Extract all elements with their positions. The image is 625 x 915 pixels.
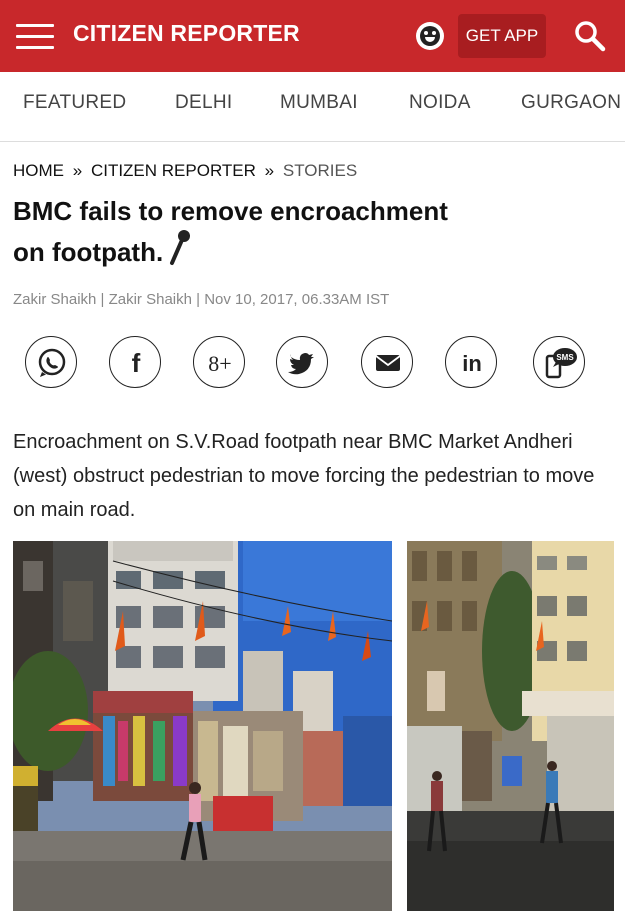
article-byline: Zakir Shaikh | Zakir Shaikh | Nov 10, 20… [13, 291, 390, 308]
facebook-icon[interactable]: f [109, 336, 161, 388]
article-title: BMC fails to remove encroachment on foot… [13, 196, 448, 267]
article-summary: Encroachment on S.V.Road footpath near B… [13, 431, 595, 521]
search-icon[interactable] [572, 18, 608, 54]
article-photo-footpath[interactable] [407, 541, 614, 911]
tab-gurgaon[interactable]: GURGAON [521, 92, 621, 114]
tab-featured[interactable]: FEATURED [23, 92, 126, 114]
breadcrumb-current[interactable]: STORIES [283, 161, 357, 180]
email-icon[interactable] [361, 336, 413, 388]
breadcrumb: HOME » CITIZEN REPORTER » STORIES [13, 161, 357, 181]
sms-icon[interactable]: SMS [533, 336, 585, 388]
google-plus-letter: 8+ [208, 351, 231, 376]
tab-noida[interactable]: NOIDA [409, 92, 471, 114]
facebook-letter: f [132, 348, 141, 378]
get-app-button[interactable]: GET APP [458, 14, 546, 58]
hamburger-menu-icon[interactable] [16, 24, 54, 50]
breadcrumb-separator: » [72, 161, 83, 180]
brand-title[interactable]: CITIZEN REPORTER [73, 20, 300, 47]
google-plus-icon[interactable]: 8+ [193, 336, 245, 388]
breadcrumb-home[interactable]: HOME [13, 161, 64, 180]
microphone-icon [169, 229, 191, 276]
tab-mumbai[interactable]: MUMBAI [280, 92, 358, 114]
breadcrumb-separator: » [264, 161, 275, 180]
sms-label: SMS [556, 353, 574, 362]
article-title-block: BMC fails to remove encroachment on foot… [13, 194, 453, 276]
article-photo-street-stalls[interactable] [13, 541, 392, 911]
tab-delhi[interactable]: DELHI [175, 92, 232, 114]
top-bar: CITIZEN REPORTER GET APP [0, 0, 625, 72]
section-nav: FEATURED DELHI MUMBAI NOIDA GURGAON [0, 72, 625, 142]
twitter-icon[interactable] [276, 336, 328, 388]
whatsapp-icon[interactable] [25, 336, 77, 388]
breadcrumb-section[interactable]: CITIZEN REPORTER [91, 161, 256, 180]
linkedin-letters: in [462, 351, 482, 376]
linkedin-icon[interactable]: in [445, 336, 497, 388]
emoji-icon[interactable] [416, 22, 444, 50]
